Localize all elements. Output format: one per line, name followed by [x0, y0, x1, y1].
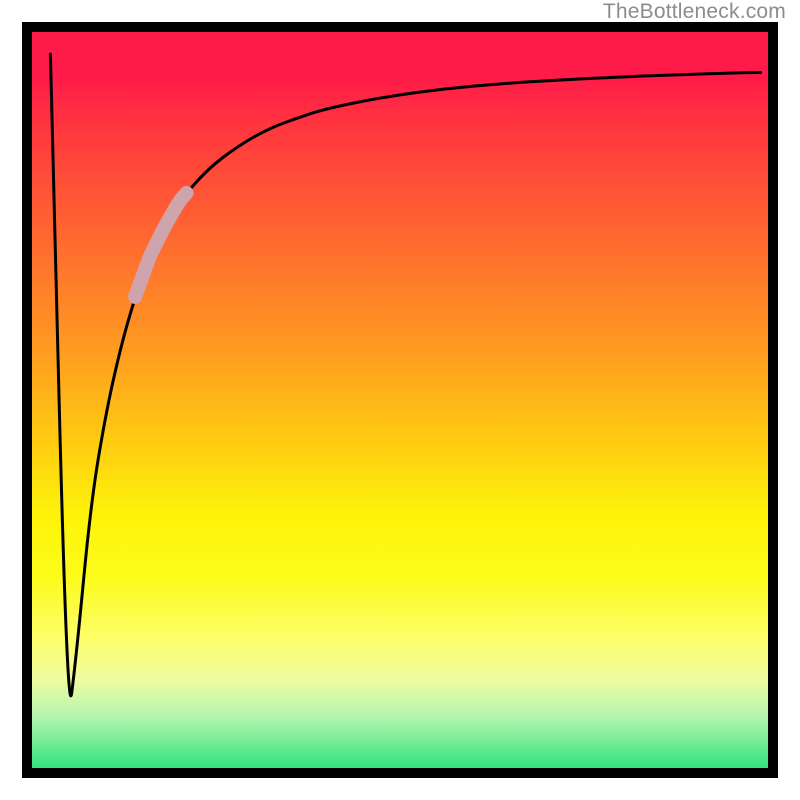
curve-svg — [32, 32, 768, 768]
plot-area — [22, 22, 778, 778]
plot-inner — [32, 32, 768, 768]
bottleneck-curve-path — [50, 54, 760, 696]
chart-container: TheBottleneck.com — [0, 0, 800, 800]
highlight-segment-path — [135, 193, 187, 297]
watermark-text: TheBottleneck.com — [603, 0, 786, 24]
